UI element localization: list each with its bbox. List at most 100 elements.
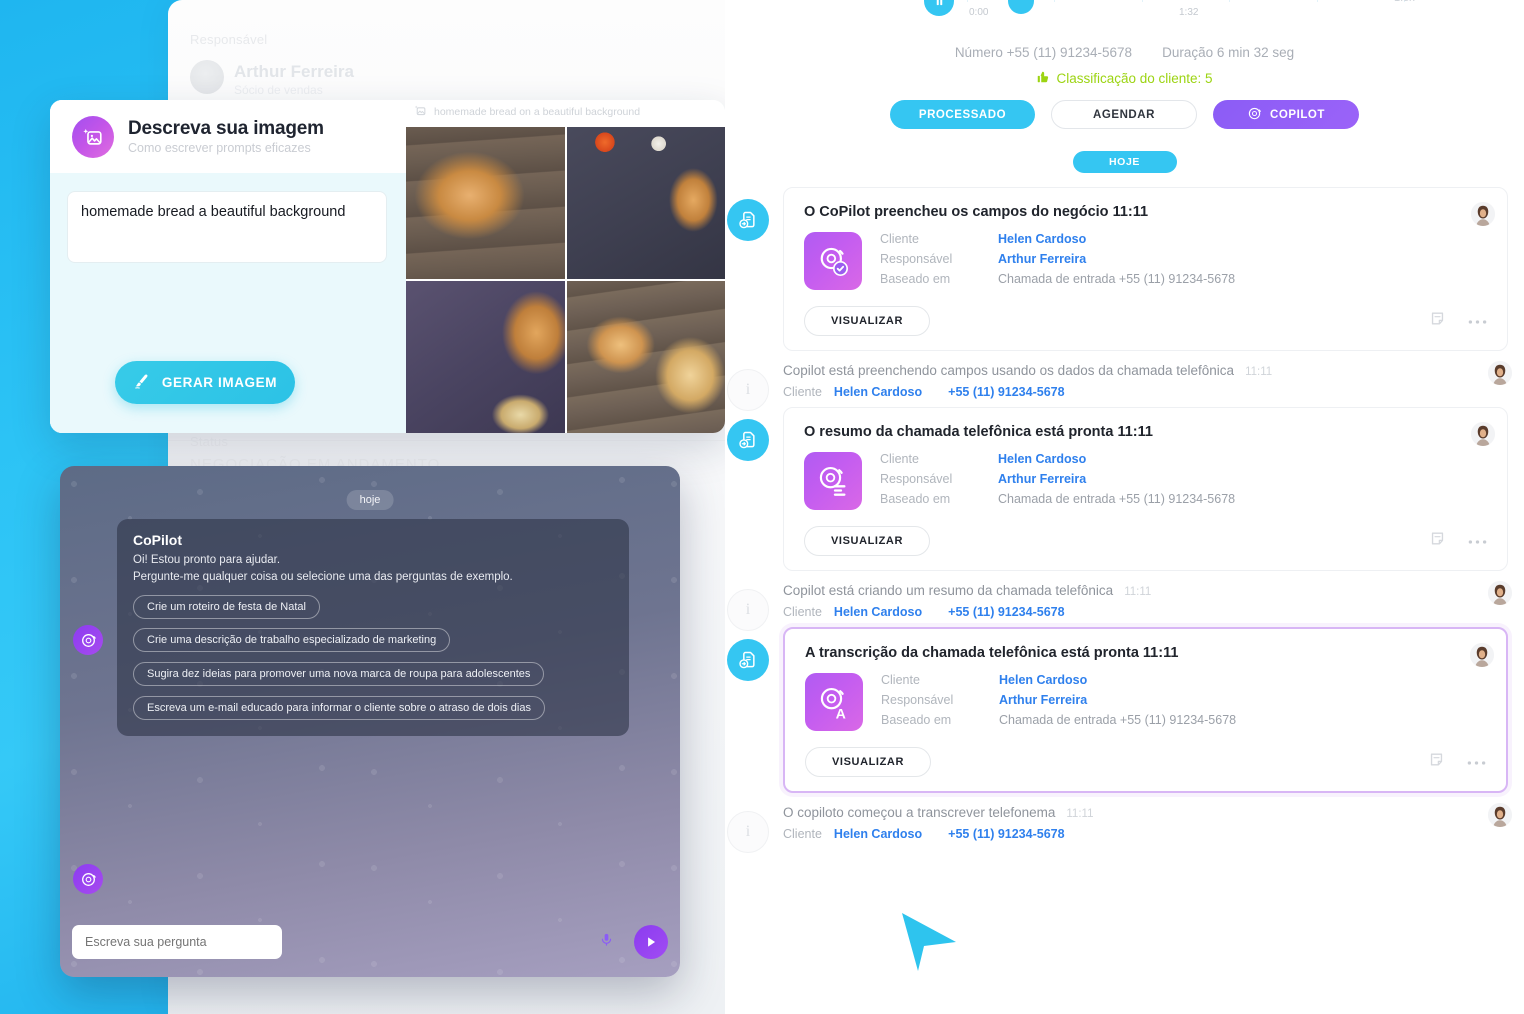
generate-image-button[interactable]: GERAR IMAGEM: [115, 361, 295, 404]
note-client-name[interactable]: Helen Cardoso: [834, 827, 922, 841]
image-sparkle-icon: [72, 115, 114, 158]
audio-time-start: 0:00: [969, 7, 989, 18]
user-avatar: [1488, 581, 1512, 605]
suggestion-chip[interactable]: Escreva um e-mail educado para informar …: [133, 696, 545, 721]
field-responsavel: Responsável Arthur Ferreira: [880, 252, 1487, 266]
action-button-row: PROCESSADO AGENDAR COPILOT: [725, 100, 1524, 129]
note-icon[interactable]: [1429, 310, 1446, 332]
activity-card[interactable]: O resumo da chamada telefônica está pron…: [783, 407, 1508, 571]
field-value-cliente[interactable]: Helen Cardoso: [998, 452, 1086, 466]
field-cliente: Cliente Helen Cardoso: [881, 673, 1486, 687]
suggestion-chip[interactable]: Crie um roteiro de festa de Natal: [133, 595, 320, 620]
chat-date-divider: hoje: [346, 490, 394, 510]
note-text: Copilot está preenchendo campos usando o…: [783, 363, 1235, 378]
visualizar-button[interactable]: VISUALIZAR: [804, 306, 930, 336]
field-label: Baseado em: [881, 713, 952, 727]
pause-icon[interactable]: [924, 0, 954, 16]
generated-image-tile[interactable]: [406, 281, 565, 433]
copilot-check-icon: [804, 232, 862, 290]
feed-note-item: i Copilot está preenchendo campos usando…: [725, 357, 1524, 411]
field-label: Responsável: [880, 252, 953, 266]
field-value-cliente[interactable]: Helen Cardoso: [998, 232, 1086, 246]
field-value-cliente[interactable]: Helen Cardoso: [999, 673, 1087, 687]
audio-scrubber-handle[interactable]: [1008, 0, 1034, 14]
document-arrow-icon: [727, 419, 769, 461]
copilot-button[interactable]: COPILOT: [1213, 100, 1359, 129]
ghost-owner-role: Sócio de vendas: [234, 83, 323, 97]
screenshot-root: Responsável Arthur Ferreira Sócio de ven…: [0, 0, 1524, 1014]
note-time: 11:11: [1124, 586, 1152, 598]
processado-button[interactable]: PROCESSADO: [890, 100, 1035, 129]
field-label: Responsável: [881, 693, 954, 707]
field-value-responsavel[interactable]: Arthur Ferreira: [998, 252, 1086, 266]
copilot-summary-icon: [804, 452, 862, 510]
audio-player: 0:00 1:32 1.5x: [725, 0, 1524, 40]
field-value-responsavel[interactable]: Arthur Ferreira: [999, 693, 1087, 707]
feed-note-item: i Copilot está criando um resumo da cham…: [725, 577, 1524, 631]
chat-composer: [72, 925, 668, 959]
suggestion-row-2: Sugira dez ideias para promover uma nova…: [133, 662, 613, 687]
image-generator-dialog: Descreva sua imagem Como escrever prompt…: [50, 100, 725, 433]
ghost-status-label: Status: [190, 434, 229, 449]
copilot-avatar: [73, 625, 103, 655]
field-value-baseado-em: Chamada de entrada +55 (11) 91234-5678: [999, 713, 1237, 727]
image-generator-title: Descreva sua imagem: [128, 117, 324, 139]
note-client-phone[interactable]: +55 (11) 91234-5678: [948, 605, 1064, 619]
ghost-owner-name: Arthur Ferreira: [234, 62, 354, 81]
card-title: A transcrição da chamada telefônica está…: [805, 645, 1179, 661]
field-label: Cliente: [881, 673, 920, 687]
document-arrow-icon: [727, 639, 769, 681]
suggestion-row-1: Crie um roteiro de festa de Natal Crie u…: [133, 595, 613, 653]
playback-speed[interactable]: 1.5x: [1394, 0, 1415, 4]
generated-image-tile[interactable]: [566, 281, 725, 433]
note-icon[interactable]: [1428, 751, 1445, 773]
image-generator-body: homemade bread a beautiful background GE…: [50, 173, 406, 433]
send-play-icon[interactable]: [634, 925, 668, 959]
document-arrow-icon: [727, 199, 769, 241]
info-icon: i: [727, 811, 769, 853]
note-client-label: Cliente: [783, 827, 822, 841]
ellipsis-icon[interactable]: [1468, 532, 1487, 550]
ellipsis-icon[interactable]: [1468, 312, 1487, 330]
suggestion-chip[interactable]: Crie uma descrição de trabalho especiali…: [133, 628, 451, 653]
note-client-name[interactable]: Helen Cardoso: [834, 605, 922, 619]
ghost-field-label: Responsável: [190, 32, 268, 47]
feed-list: O CoPilot preencheu os campos do negócio…: [725, 187, 1524, 853]
ellipsis-icon[interactable]: [1467, 753, 1486, 771]
agendar-button[interactable]: AGENDAR: [1051, 100, 1197, 129]
copilot-avatar: [73, 864, 103, 894]
activity-card[interactable]: O CoPilot preencheu os campos do negócio…: [783, 187, 1508, 351]
microphone-icon[interactable]: [599, 932, 614, 952]
field-cliente: Cliente Helen Cardoso: [880, 452, 1487, 466]
note-client-phone[interactable]: +55 (11) 91234-5678: [948, 385, 1064, 399]
call-number: Número +55 (11) 91234-5678: [954, 45, 1133, 60]
activity-note: O copiloto começou a transcrever telefon…: [783, 799, 1512, 843]
copilot-chat-panel: hoje CoPilot Oi! Estou pronto para ajuda…: [60, 466, 680, 977]
thumbs-up-icon: [1036, 70, 1050, 87]
feed-card-item: A transcrição da chamada telefônica está…: [725, 627, 1524, 793]
user-avatar: [1471, 202, 1495, 226]
prompt-input[interactable]: homemade bread a beautiful background: [67, 191, 387, 263]
copilot-transcript-icon: A: [805, 673, 863, 731]
suggestion-chip[interactable]: Sugira dez ideias para promover uma nova…: [133, 662, 545, 687]
note-icon[interactable]: [1429, 530, 1446, 552]
visualizar-button[interactable]: VISUALIZAR: [804, 526, 930, 556]
chat-input[interactable]: [72, 925, 282, 959]
generated-image-tile[interactable]: [566, 127, 725, 279]
call-duration: Duração 6 min 32 seg: [1162, 45, 1295, 60]
activity-card[interactable]: A transcrição da chamada telefônica está…: [783, 627, 1508, 793]
visualizar-button[interactable]: VISUALIZAR: [805, 747, 931, 777]
note-client-phone[interactable]: +55 (11) 91234-5678: [948, 827, 1064, 841]
svg-text:A: A: [836, 707, 846, 722]
ghost-avatar: [190, 60, 224, 94]
generated-image-tile[interactable]: [406, 127, 565, 279]
copilot-greeting-bubble: CoPilot Oi! Estou pronto para ajudar. Pe…: [117, 519, 629, 737]
field-value-responsavel[interactable]: Arthur Ferreira: [998, 472, 1086, 486]
today-chip[interactable]: HOJE: [1072, 151, 1177, 173]
user-avatar: [1488, 803, 1512, 827]
field-label: Cliente: [880, 452, 919, 466]
note-client-name[interactable]: Helen Cardoso: [834, 385, 922, 399]
field-label: Responsável: [880, 472, 953, 486]
copilot-greeting-line-2: Pergunte-me qualquer coisa ou selecione …: [133, 570, 513, 583]
generated-image-grid: [406, 127, 725, 433]
